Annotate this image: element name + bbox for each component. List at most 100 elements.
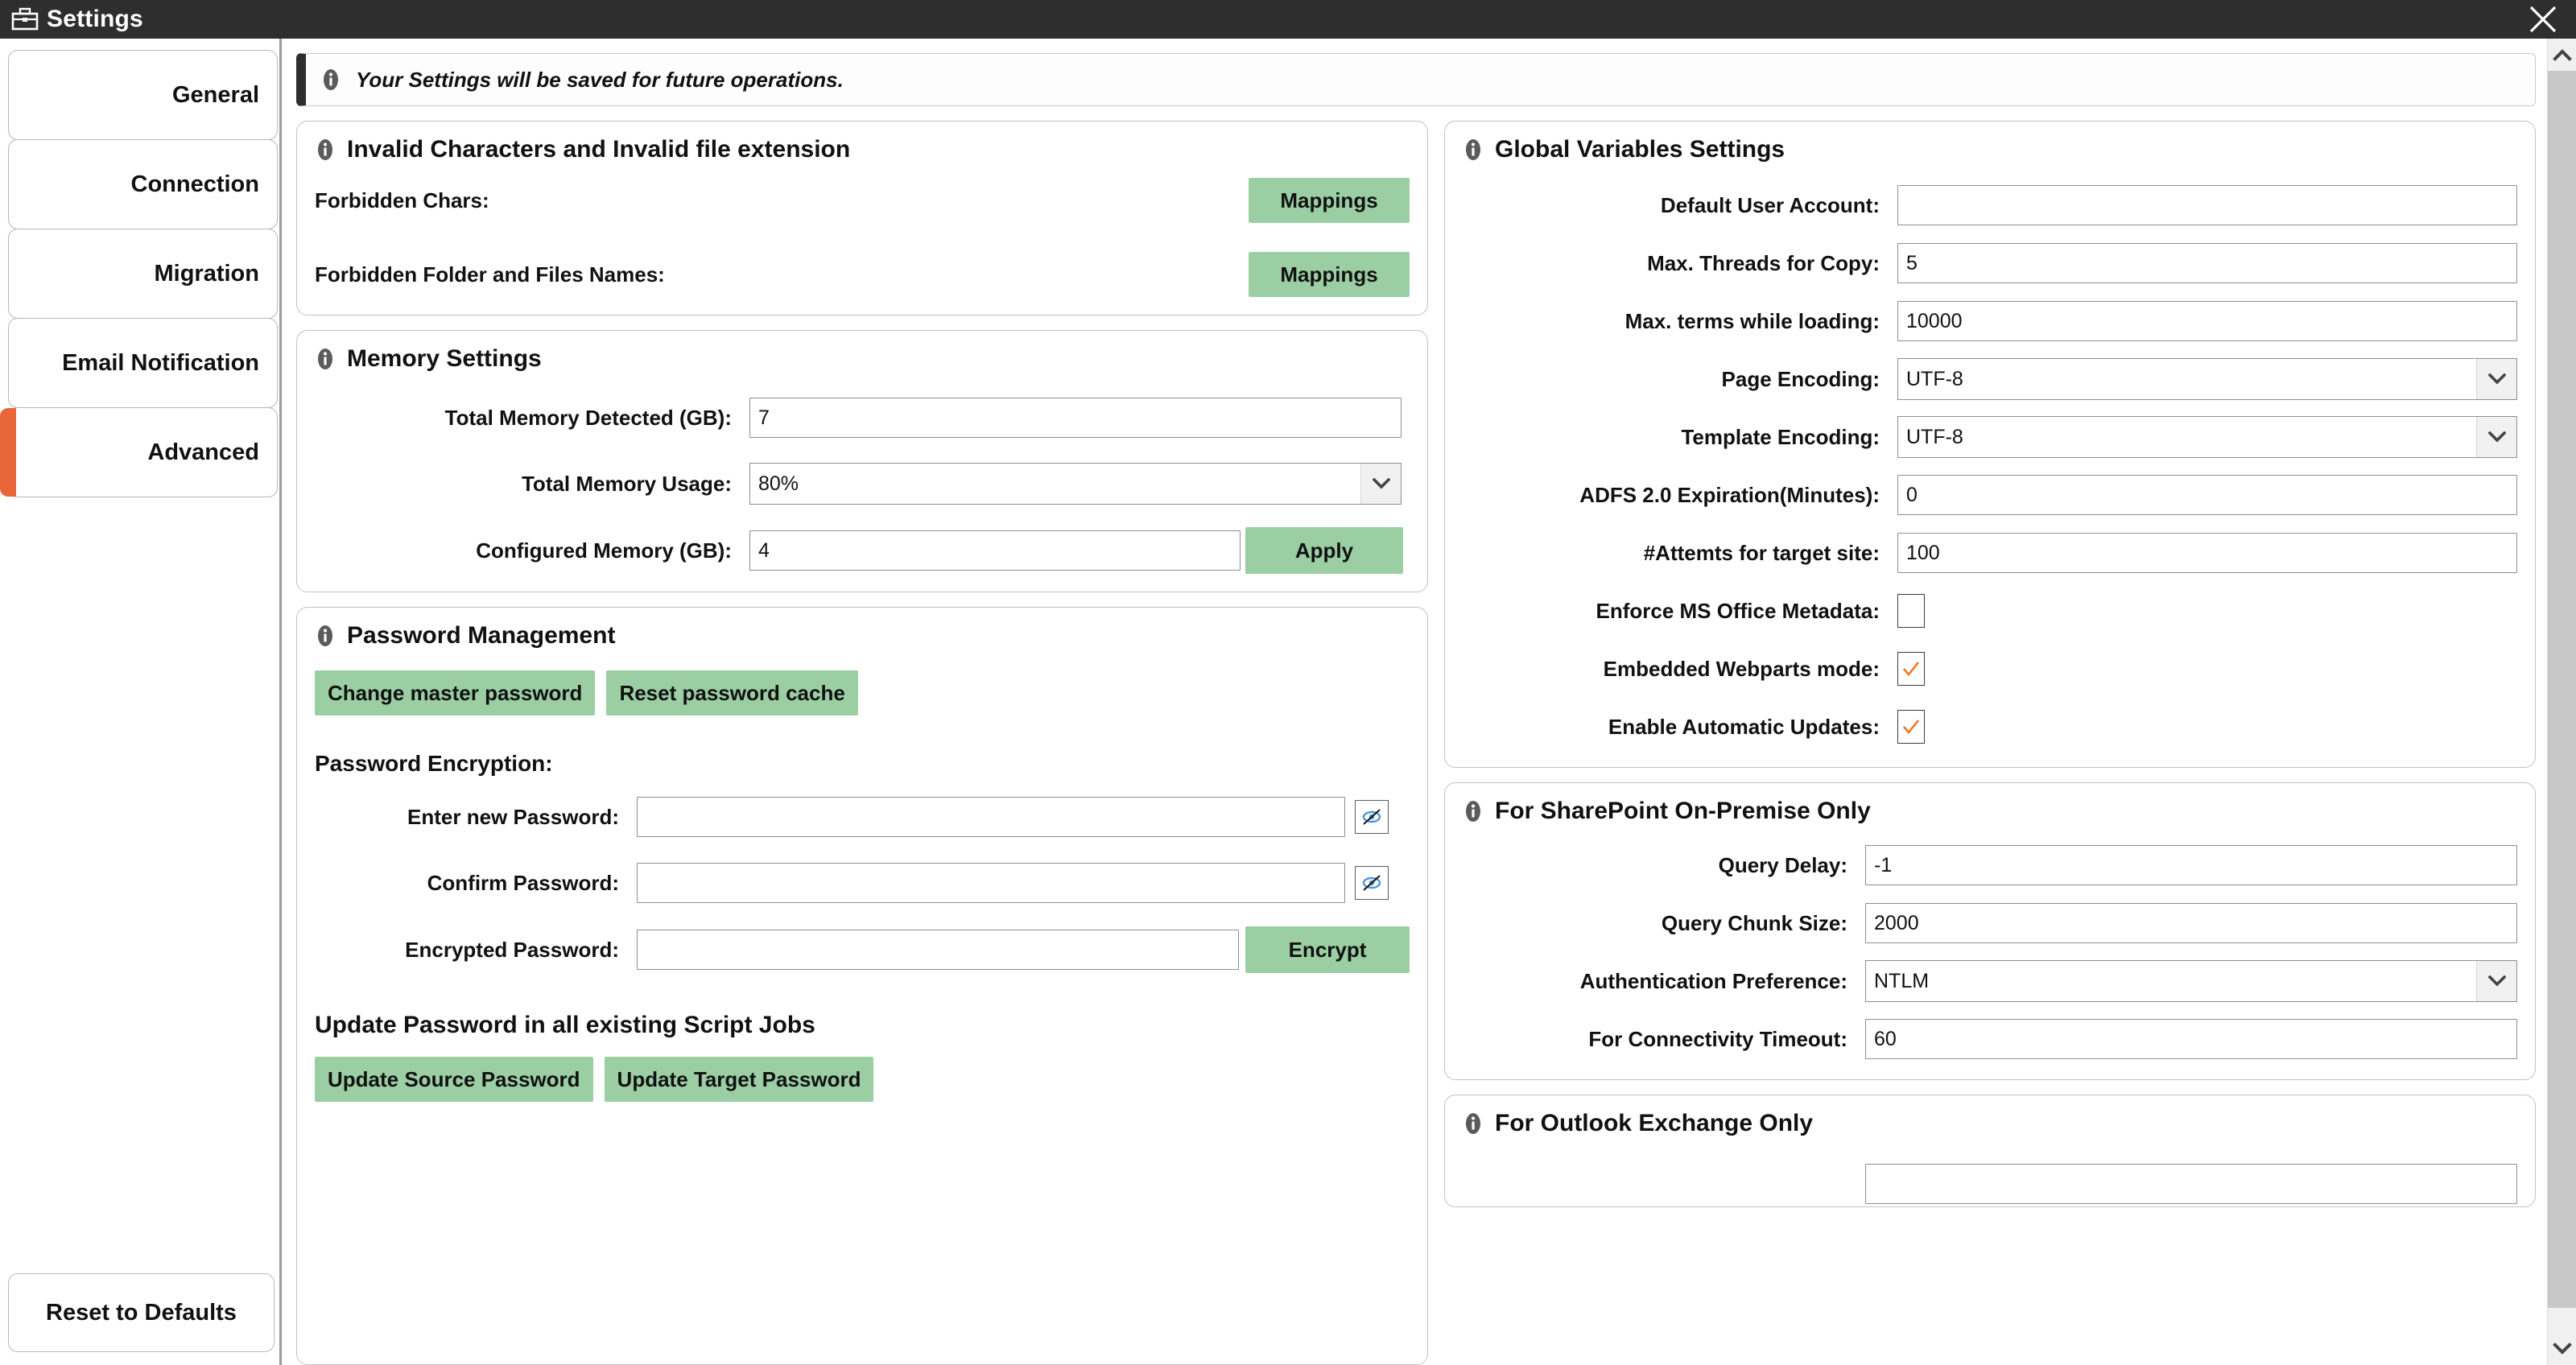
forbidden-folder-files-mappings-button[interactable]: Mappings [1249, 252, 1410, 297]
apply-memory-button[interactable]: Apply [1245, 527, 1403, 574]
encrypted-password-label: Encrypted Password: [405, 937, 619, 962]
connectivity-timeout-label: For Connectivity Timeout: [1588, 1026, 1847, 1051]
change-master-password-button[interactable]: Change master password [315, 670, 596, 715]
connectivity-timeout-input[interactable] [1865, 1019, 2517, 1059]
encrypted-password-input[interactable] [637, 930, 1239, 970]
forbidden-chars-label: Forbidden Chars: [315, 188, 489, 212]
panel-heading-text: Password Management [347, 622, 616, 649]
panel-heading-text: Invalid Characters and Invalid file exte… [347, 136, 851, 163]
checkmark-icon [1903, 720, 1920, 735]
scrollbar-track[interactable] [2547, 71, 2576, 1333]
toggle-new-password-visibility-button[interactable] [1355, 800, 1389, 834]
adfs-expiration-label: ADFS 2.0 Expiration(Minutes): [1579, 482, 1880, 507]
sidebar-tab-label: General [172, 81, 259, 108]
total-memory-usage-value: 80% [758, 472, 799, 495]
embedded-webparts-mode-checkbox[interactable] [1897, 652, 1925, 686]
chevron-down-icon [2476, 359, 2516, 399]
attempts-for-target-site-label: #Attemts for target site: [1643, 540, 1880, 565]
authentication-preference-select[interactable]: NTLM [1865, 960, 2517, 1002]
info-icon [1466, 139, 1480, 160]
info-icon [324, 69, 338, 90]
embedded-webparts-mode-label: Embedded Webparts mode: [1603, 656, 1880, 681]
confirm-password-input[interactable] [637, 863, 1345, 903]
update-target-password-button[interactable]: Update Target Password [604, 1057, 874, 1102]
max-threads-for-copy-input[interactable] [1897, 243, 2517, 283]
content-scrollbar[interactable] [2547, 39, 2576, 1365]
page-encoding-label: Page Encoding: [1721, 366, 1880, 391]
chevron-down-icon [2476, 417, 2516, 457]
scrollbar-thumb[interactable] [2547, 71, 2576, 1308]
sidebar-tab-label: Migration [154, 260, 260, 287]
template-encoding-select[interactable]: UTF-8 [1897, 416, 2517, 458]
reset-to-defaults-button[interactable]: Reset to Defaults [8, 1273, 275, 1352]
forbidden-folder-files-label: Forbidden Folder and Files Names: [315, 262, 665, 287]
row-enforce-ms-office-metadata: Enforce MS Office Metadata: [1463, 588, 2517, 633]
enter-new-password-input[interactable] [637, 797, 1345, 837]
sidebar-tab-email-notification[interactable]: Email Notification [8, 318, 278, 408]
update-password-heading: Update Password in all existing Script J… [315, 1012, 815, 1038]
panel-title-sharepoint-on-premise: For SharePoint On-Premise Only [1463, 798, 2517, 825]
query-chunk-size-label: Query Chunk Size: [1661, 910, 1847, 935]
adfs-expiration-input[interactable] [1897, 475, 2517, 515]
configured-memory-input[interactable] [749, 530, 1241, 571]
max-terms-while-loading-input[interactable] [1897, 301, 2517, 341]
query-delay-input[interactable] [1865, 845, 2517, 885]
encrypt-button[interactable]: Encrypt [1245, 926, 1410, 973]
panel-heading-text: For Outlook Exchange Only [1495, 1110, 1814, 1136]
total-memory-usage-select[interactable]: 80% [749, 463, 1402, 505]
eye-slash-icon [1362, 809, 1381, 825]
settings-shell: General Connection Migration Email Notif… [0, 39, 2576, 1365]
page-encoding-select[interactable]: UTF-8 [1897, 358, 2517, 400]
configured-memory-label: Configured Memory (GB): [476, 538, 732, 563]
settings-columns: Invalid Characters and Invalid file exte… [296, 121, 2536, 1365]
chevron-down-icon [2476, 961, 2516, 1001]
sidebar-tab-migration[interactable]: Migration [8, 229, 278, 319]
row-enter-new-password: Enter new Password: [315, 794, 1410, 839]
default-user-account-input[interactable] [1897, 185, 2517, 225]
total-memory-detected-label: Total Memory Detected (GB): [444, 405, 732, 430]
sidebar-tab-advanced[interactable]: Advanced [0, 407, 278, 497]
panel-outlook-exchange: For Outlook Exchange Only [1444, 1095, 2536, 1207]
query-chunk-size-input[interactable] [1865, 903, 2517, 943]
panel-heading-text: For SharePoint On-Premise Only [1495, 798, 1871, 824]
total-memory-detected-input[interactable] [749, 398, 1402, 438]
scroll-down-button[interactable] [2547, 1333, 2576, 1365]
outlook-field-input[interactable] [1865, 1164, 2517, 1204]
chevron-down-icon [1360, 464, 1401, 504]
info-banner-text: Your Settings will be saved for future o… [356, 67, 844, 92]
panel-title-global-variables: Global Variables Settings [1463, 136, 2517, 163]
window-titlebar: Settings [0, 0, 2576, 39]
confirm-password-label: Confirm Password: [427, 870, 619, 895]
forbidden-chars-mappings-button[interactable]: Mappings [1249, 178, 1410, 223]
settings-sidebar: General Connection Migration Email Notif… [0, 39, 282, 1365]
panel-title-outlook-exchange: For Outlook Exchange Only [1463, 1110, 2517, 1137]
sidebar-tab-connection[interactable]: Connection [8, 139, 278, 229]
panel-memory-settings: Memory Settings Total Memory Detected (G… [296, 330, 1428, 592]
chevron-down-icon [2552, 1342, 2572, 1355]
close-icon[interactable] [2524, 1, 2562, 38]
sidebar-tab-general[interactable]: General [8, 50, 278, 140]
row-adfs-expiration: ADFS 2.0 Expiration(Minutes): [1463, 472, 2517, 518]
row-encrypted-password: Encrypted Password: Encrypt [315, 926, 1410, 973]
row-max-terms-while-loading: Max. terms while loading: [1463, 299, 2517, 344]
panel-heading-text: Global Variables Settings [1495, 136, 1785, 163]
info-banner: Your Settings will be saved for future o… [296, 53, 2536, 106]
info-icon [1466, 1113, 1480, 1134]
update-source-password-button[interactable]: Update Source Password [315, 1057, 593, 1102]
reset-password-cache-button[interactable]: Reset password cache [606, 670, 858, 715]
update-password-buttons: Update Source Password Update Target Pas… [315, 1057, 1410, 1102]
panel-global-variables: Global Variables Settings Default User A… [1444, 121, 2536, 768]
password-action-buttons: Change master password Reset password ca… [315, 670, 1410, 715]
password-encryption-heading: Password Encryption: [315, 751, 553, 776]
max-terms-while-loading-label: Max. terms while loading: [1624, 308, 1880, 333]
enforce-ms-office-metadata-checkbox[interactable] [1897, 594, 1925, 628]
attempts-for-target-site-input[interactable] [1897, 533, 2517, 573]
sidebar-tab-label: Connection [130, 171, 260, 197]
row-confirm-password: Confirm Password: [315, 860, 1410, 905]
enable-automatic-updates-checkbox[interactable] [1897, 710, 1925, 744]
row-forbidden-folder-files: Forbidden Folder and Files Names: Mappin… [315, 252, 1410, 297]
toggle-confirm-password-visibility-button[interactable] [1355, 866, 1389, 900]
scroll-up-button[interactable] [2547, 39, 2576, 71]
template-encoding-label: Template Encoding: [1681, 424, 1880, 449]
